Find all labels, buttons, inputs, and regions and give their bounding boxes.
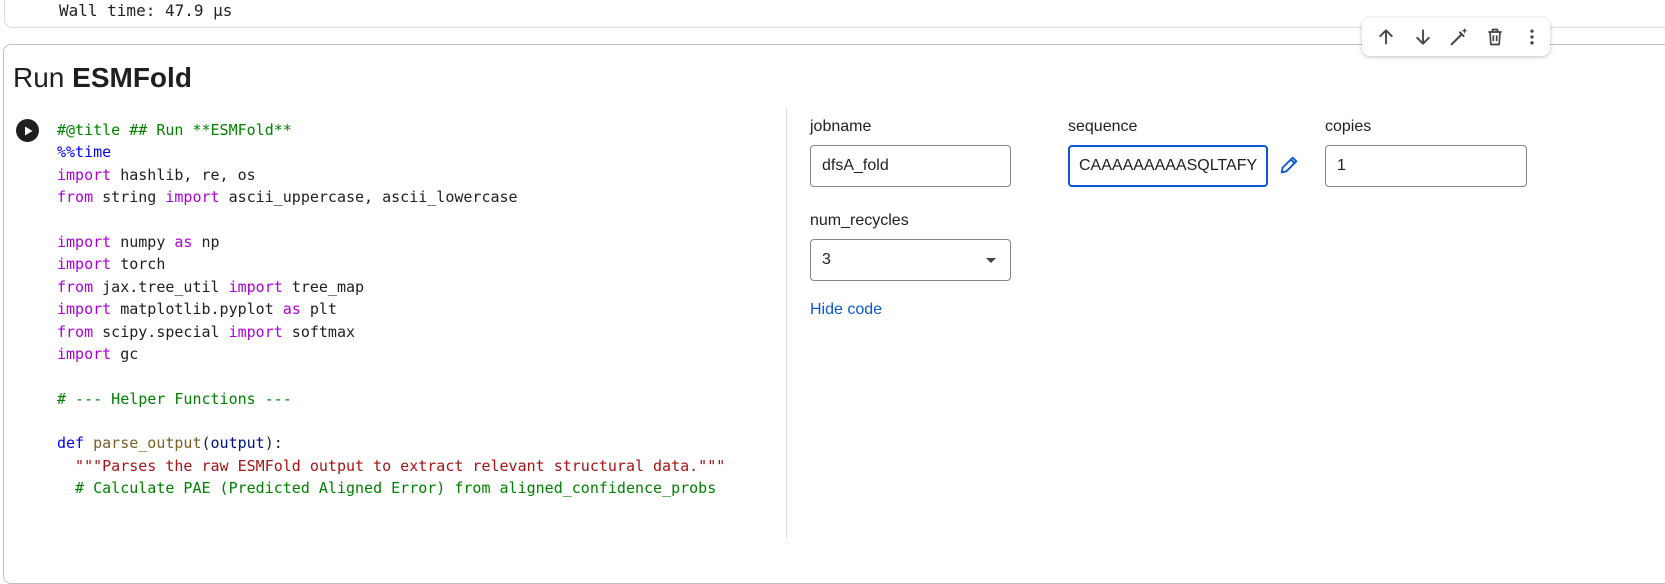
code-token: numpy <box>111 232 175 251</box>
code-token: scipy.special <box>93 322 229 341</box>
code-line: import numpy as np <box>57 231 725 253</box>
cell-toolbar <box>1362 18 1550 56</box>
arrow-up-icon <box>1379 29 1393 45</box>
code-token: def <box>57 434 85 453</box>
code-token: gc <box>111 344 139 363</box>
copies-input[interactable]: 1 <box>1325 145 1527 187</box>
num-recycles-value: 3 <box>822 251 831 268</box>
code-line: def parse_output(output): <box>57 432 725 454</box>
code-token: %%time <box>57 143 112 162</box>
code-token: import <box>57 165 112 184</box>
move-cell-up-button[interactable] <box>1368 19 1404 56</box>
code-token: import <box>228 322 283 341</box>
code-token: tree_map <box>282 277 365 296</box>
code-editor[interactable]: #@title ## Run **ESMFold** %%time import h… <box>57 119 725 500</box>
code-token: output <box>210 434 265 453</box>
code-token: from <box>57 188 94 207</box>
sequence-label: sequence <box>1068 118 1138 135</box>
code-form-divider <box>786 108 787 538</box>
cell-title-prefix: Run <box>13 62 73 93</box>
code-line: from string import ascii_uppercase, asci… <box>57 186 725 208</box>
code-token: torch <box>111 255 166 274</box>
code-token: parse_output <box>93 434 202 453</box>
run-cell-button[interactable] <box>16 119 39 142</box>
cell-title: Run ESMFold <box>13 60 192 96</box>
code-token: jax.tree_util <box>93 277 229 296</box>
code-token: import <box>57 255 112 274</box>
hide-code-link[interactable]: Hide code <box>810 301 882 319</box>
code-token: as <box>174 232 193 251</box>
code-token: ( <box>201 434 211 453</box>
code-line: from scipy.special import softmax <box>57 321 725 343</box>
code-line: import torch <box>57 253 725 275</box>
code-token: # Calculate PAE (Predicted Aligned Error… <box>57 479 717 498</box>
code-line: # Calculate PAE (Predicted Aligned Error… <box>57 477 725 499</box>
code-token: import <box>57 300 112 319</box>
code-token: softmax <box>282 322 356 341</box>
play-icon <box>24 126 32 135</box>
wall-time-output: Wall time: 47.9 µs <box>59 1 233 20</box>
num-recycles-select[interactable]: 3 <box>810 239 1011 281</box>
code-token: as <box>282 300 301 319</box>
code-token: import <box>165 188 220 207</box>
code-line: %%time <box>57 141 725 163</box>
code-line: # --- Helper Functions --- <box>57 388 725 410</box>
cell-title-bold: ESMFold <box>72 62 192 93</box>
code-line: #@title ## Run **ESMFold** <box>57 119 725 141</box>
code-token: import <box>57 344 112 363</box>
code-token: #@title ## Run **ESMFold** <box>57 121 292 139</box>
code-line: from jax.tree_util import tree_map <box>57 276 725 298</box>
code-token: matplotlib.pyplot <box>111 300 283 319</box>
magic-edit-icon <box>1450 27 1468 46</box>
code-token: plt <box>300 300 337 319</box>
delete-cell-button[interactable] <box>1477 19 1513 56</box>
arrow-down-icon <box>1415 29 1430 45</box>
sequence-input[interactable]: CAAAAAAAAASQLTAFY <box>1068 145 1268 187</box>
code-token: np <box>192 232 220 251</box>
jobname-input[interactable]: dfsA_fold <box>810 145 1011 187</box>
code-token: ): <box>264 434 283 453</box>
code-token: hashlib, re, os <box>111 165 256 184</box>
code-line: import gc <box>57 343 725 365</box>
jobname-label: jobname <box>810 118 872 135</box>
code-token: from <box>57 322 94 341</box>
code-token: # --- Helper Functions --- <box>57 389 292 408</box>
code-line: import hashlib, re, os <box>57 164 725 186</box>
code-token: """Parses the raw ESMFold output to extr… <box>57 456 726 475</box>
code-line: import matplotlib.pyplot as plt <box>57 298 725 320</box>
code-token: string <box>93 188 166 207</box>
trash-icon <box>1488 28 1503 46</box>
more-actions-button[interactable] <box>1514 19 1550 56</box>
edit-cell-button[interactable] <box>1441 19 1477 56</box>
code-token: import <box>57 232 112 251</box>
code-token: from <box>57 277 94 296</box>
code-token: import <box>228 277 283 296</box>
code-line: """Parses the raw ESMFold output to extr… <box>57 455 725 477</box>
move-cell-down-button[interactable] <box>1404 19 1440 56</box>
more-vert-icon <box>1530 29 1534 45</box>
dropdown-arrow-icon <box>986 258 996 263</box>
code-token: ascii_uppercase, ascii_lowercase <box>219 188 518 207</box>
pencil-icon[interactable] <box>1278 154 1300 176</box>
num-recycles-label: num_recycles <box>810 212 909 229</box>
copies-label: copies <box>1325 118 1372 135</box>
